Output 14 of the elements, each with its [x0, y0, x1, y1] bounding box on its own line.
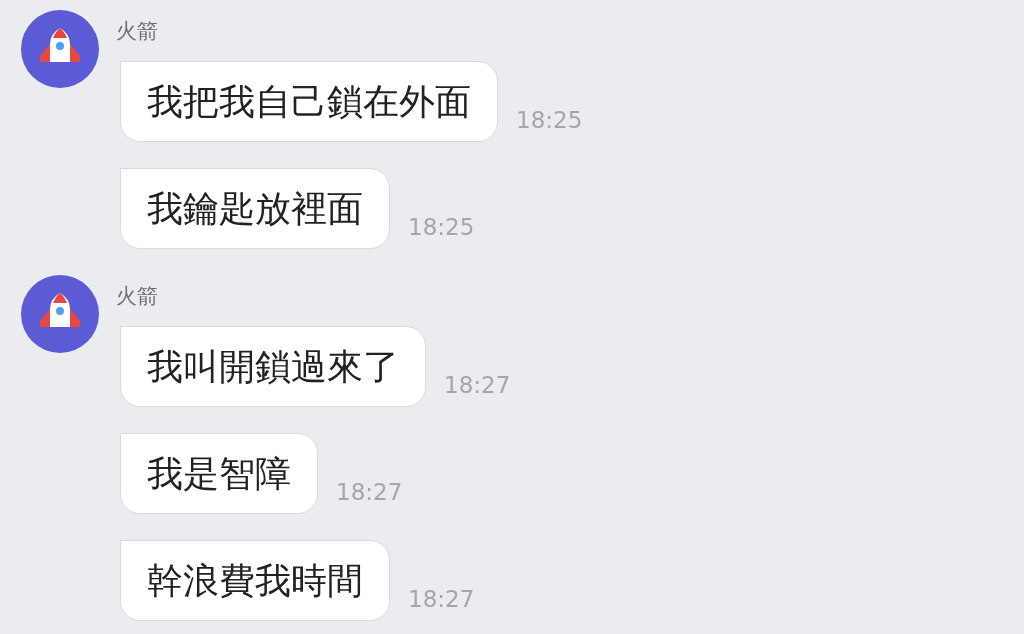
sender-name: 火箭 — [116, 18, 158, 45]
message-bubble: 幹浪費我時間 — [120, 540, 390, 621]
message-time: 18:27 — [444, 371, 511, 399]
message-bubble: 我是智障 — [120, 433, 318, 514]
message-time: 18:27 — [336, 478, 403, 506]
message-bubble: 我把我自己鎖在外面 — [120, 61, 498, 142]
message-bubble: 我鑰匙放裡面 — [120, 168, 390, 249]
message-time: 18:27 — [408, 585, 475, 613]
message-bubble: 我叫開鎖過來了 — [120, 326, 426, 407]
rocket-avatar-icon — [21, 275, 99, 353]
sender-name: 火箭 — [116, 283, 158, 310]
rocket-avatar-icon — [21, 10, 99, 88]
message-time: 18:25 — [408, 213, 475, 241]
message-time: 18:25 — [516, 106, 583, 134]
